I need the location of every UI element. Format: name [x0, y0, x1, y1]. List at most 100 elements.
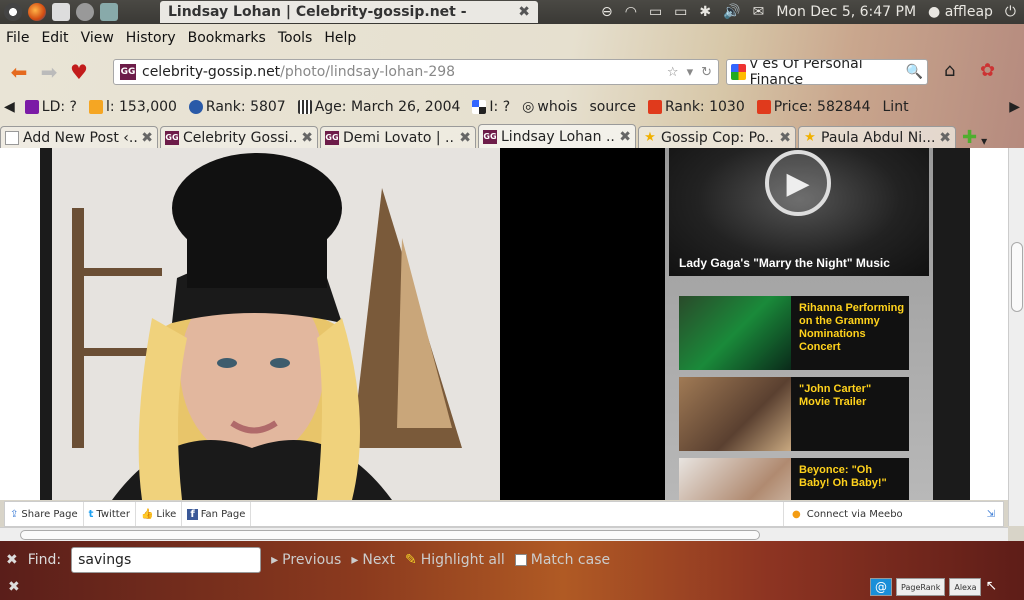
forward-arrow-icon[interactable]: ➡	[34, 58, 64, 86]
tab-lindsay-lohan[interactable]: GG Lindsay Lohan ... ✖	[478, 124, 636, 148]
horizontal-scrollbar[interactable]	[0, 527, 1008, 541]
story-title[interactable]: Rihanna Performing on the Grammy Nominat…	[791, 296, 909, 370]
seo-ld[interactable]: LD: ?	[19, 99, 83, 115]
at-icon[interactable]: @	[870, 578, 892, 596]
menu-help[interactable]: Help	[318, 30, 362, 46]
system-panel: Lindsay Lohan | Celebrity-gossip.net - M…	[0, 0, 1024, 42]
story-title[interactable]: Beyonce: "Oh Baby! Oh Baby!"	[791, 458, 909, 500]
highlight-all-button[interactable]: ✎ Highlight all	[405, 552, 505, 568]
minimize-indicator-icon[interactable]: ⊖	[601, 4, 613, 20]
heart-icon[interactable]: ♥	[64, 58, 94, 86]
mail-icon[interactable]: ✉	[753, 4, 765, 20]
vertical-scroll-thumb[interactable]	[1011, 242, 1023, 312]
tab-demi-lovato[interactable]: GG Demi Lovato | ... ✖	[320, 126, 476, 148]
menu-tools[interactable]: Tools	[272, 30, 319, 46]
bluetooth-icon[interactable]: ✱	[699, 4, 711, 20]
seo-more[interactable]: Lint	[877, 99, 915, 115]
featured-video-title[interactable]: Lady Gaga's "Marry the Night" Music	[679, 256, 890, 270]
menu-file[interactable]: File	[0, 30, 35, 46]
tab-close-icon[interactable]: ✖	[779, 130, 791, 146]
user-menu[interactable]: ● affleap	[928, 4, 993, 20]
close-window-icon[interactable]: ✖	[518, 1, 530, 23]
bookmark-star-icon[interactable]: ☆	[667, 65, 679, 80]
tab-close-icon[interactable]: ✖	[939, 130, 951, 146]
alexa-badge[interactable]: Alexa	[949, 578, 982, 596]
search-bar[interactable]: v es Of Personal Finance 🔍	[726, 59, 928, 85]
featured-video[interactable]: ▶ Lady Gaga's "Marry the Night" Music	[669, 148, 929, 276]
seo-whois[interactable]: ◎ whois	[516, 99, 583, 115]
text-editor-icon[interactable]	[52, 3, 70, 21]
menu-view[interactable]: View	[75, 30, 120, 46]
search-input-value[interactable]: v es Of Personal Finance	[750, 60, 906, 84]
story-thumbnail[interactable]	[679, 458, 791, 500]
pagerank-badge[interactable]: PageRank	[896, 578, 946, 596]
horizontal-scroll-thumb[interactable]	[20, 530, 760, 540]
find-close-icon[interactable]: ✖	[6, 552, 18, 568]
story-item[interactable]: Rihanna Performing on the Grammy Nominat…	[679, 296, 909, 370]
window-title-tab[interactable]: Lindsay Lohan | Celebrity-gossip.net - M…	[160, 1, 538, 42]
tab-list-icon[interactable]: ▾	[981, 134, 987, 148]
scroll-left-icon[interactable]: ◀	[0, 99, 19, 115]
tab-close-icon[interactable]: ✖	[619, 129, 631, 145]
tab-close-icon[interactable]: ✖	[301, 130, 313, 146]
gg-favicon-icon: GG	[165, 130, 179, 145]
seo-price[interactable]: Price: 582844	[751, 99, 877, 115]
new-tab-icon[interactable]: ✚	[958, 127, 981, 148]
url-bar[interactable]: GG celebrity-gossip.net /photo/lindsay-l…	[113, 59, 719, 85]
find-input[interactable]: savings	[71, 547, 262, 573]
tab-gossip-cop[interactable]: ★ Gossip Cop: Po... ✖	[638, 126, 796, 148]
battery-tray-icon[interactable]: ▭	[649, 4, 662, 20]
tab-paula-abdul[interactable]: ★ Paula Abdul Ni... ✖	[798, 126, 956, 148]
home-icon[interactable]: ⌂	[944, 60, 955, 81]
menu-bookmarks[interactable]: Bookmarks	[182, 30, 272, 46]
seo-indexed[interactable]: I: ?	[466, 99, 516, 115]
chrome-icon[interactable]	[76, 3, 94, 21]
story-thumbnail[interactable]	[679, 377, 791, 451]
seo-rank[interactable]: Rank: 5807	[183, 99, 292, 115]
lindsay-lohan-photo[interactable]	[52, 148, 500, 500]
wifi-icon[interactable]: ◠	[625, 4, 637, 20]
tab-celebrity-gossip[interactable]: GG Celebrity Gossi... ✖	[160, 126, 318, 148]
google-icon[interactable]	[731, 64, 746, 80]
story-thumbnail[interactable]	[679, 296, 791, 370]
meebo-connect[interactable]: ● Connect via Meebo ⇲	[783, 502, 1003, 526]
twitter-button[interactable]: t Twitter	[84, 502, 136, 526]
scroll-right-icon[interactable]: ▶	[1009, 99, 1020, 115]
settings-icon[interactable]	[100, 3, 118, 21]
tab-add-new-post[interactable]: Add New Post ‹... ✖	[0, 126, 158, 148]
story-title[interactable]: "John Carter" Movie Trailer	[791, 377, 909, 451]
share-page-button[interactable]: ⇪ Share Page	[5, 502, 84, 526]
ubuntu-logo-icon[interactable]	[4, 3, 22, 21]
volume-icon[interactable]: 🔊	[723, 4, 740, 20]
reload-icon[interactable]: ↻	[701, 65, 712, 80]
seo-links[interactable]: l: 153,000	[83, 99, 183, 115]
play-icon[interactable]: ▶	[765, 150, 831, 216]
expand-icon[interactable]: ⇲	[987, 509, 995, 520]
find-previous-button[interactable]: ▸ Previous	[271, 552, 341, 568]
seo-age[interactable]: Age: March 26, 2004	[292, 99, 467, 115]
seo-rank2[interactable]: Rank: 1030	[642, 99, 751, 115]
find-next-button[interactable]: ▸ Next	[351, 552, 395, 568]
tab-close-icon[interactable]: ✖	[459, 130, 471, 146]
vertical-scrollbar[interactable]	[1008, 148, 1024, 526]
like-button[interactable]: 👍 Like	[136, 502, 183, 526]
story-item[interactable]: Beyonce: "Oh Baby! Oh Baby!"	[679, 458, 909, 500]
search-magnifier-icon[interactable]: 🔍	[906, 64, 927, 80]
addon-bar-close-icon[interactable]: ✖	[8, 579, 20, 595]
menu-edit[interactable]: Edit	[35, 30, 74, 46]
fan-page-button[interactable]: f Fan Page	[182, 502, 252, 526]
tab-close-icon[interactable]: ✖	[141, 130, 153, 146]
power-icon[interactable]: ⏻	[1005, 4, 1016, 20]
story-item[interactable]: "John Carter" Movie Trailer	[679, 377, 909, 451]
dropdown-arrow-icon[interactable]: ▾	[687, 65, 694, 80]
menu-history[interactable]: History	[120, 30, 182, 46]
seo-source[interactable]: source	[583, 99, 642, 115]
battery-icon[interactable]: ▭	[674, 4, 687, 20]
checkbox-icon[interactable]	[514, 554, 527, 566]
firefox-icon[interactable]	[28, 3, 46, 21]
match-case-checkbox[interactable]: Match case	[514, 552, 610, 568]
addon-icon[interactable]: ✿	[980, 60, 995, 81]
clock[interactable]: Mon Dec 5, 6:47 PM	[776, 4, 916, 20]
back-arrow-icon[interactable]: ⬅	[4, 58, 34, 86]
navigation-toolbar: ⬅ ➡ ♥ GG celebrity-gossip.net /photo/lin…	[0, 56, 1024, 88]
